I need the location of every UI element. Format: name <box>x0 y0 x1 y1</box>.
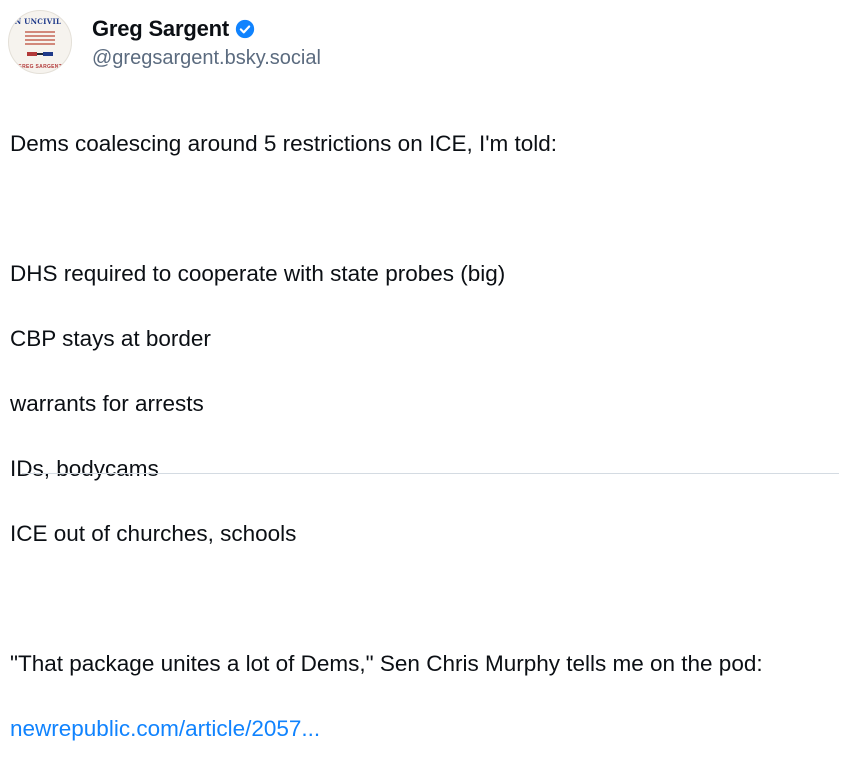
verified-badge-icon <box>235 19 255 39</box>
author-handle[interactable]: @gregsargent.bsky.social <box>92 47 321 70</box>
post-card: AN UNCIVIL WAR GREG SARGENT Greg Sargent… <box>0 0 861 741</box>
post-intro: Dems coalescing around 5 restrictions on… <box>10 130 558 156</box>
article-link[interactable]: newrepublic.com/article/2057... <box>10 716 320 741</box>
post-quote: "That package unites a lot of Dems," Sen… <box>10 650 763 676</box>
post-body: Dems coalescing around 5 restrictions on… <box>10 95 850 778</box>
display-name[interactable]: Greg Sargent <box>92 16 229 42</box>
avatar-cover-author: GREG SARGENT <box>17 64 63 70</box>
author-names: Greg Sargent @gregsargent.bsky.social <box>92 14 321 70</box>
avatar-cover-title: AN UNCIVIL WAR <box>9 17 72 26</box>
avatar-cover-art-icon <box>27 52 53 56</box>
list-item-warrants: warrants for arrests <box>10 390 204 416</box>
avatar[interactable]: AN UNCIVIL WAR GREG SARGENT <box>8 10 72 74</box>
list-item-dhs: DHS required to cooperate with state pro… <box>10 260 506 286</box>
post-header: AN UNCIVIL WAR GREG SARGENT Greg Sargent… <box>8 10 321 74</box>
display-name-row: Greg Sargent <box>92 14 321 44</box>
list-item-churches: ICE out of churches, schools <box>10 520 297 546</box>
list-item-cbp: CBP stays at border <box>10 325 211 351</box>
list-item-ids: IDs, bodycams <box>10 455 159 481</box>
avatar-cover-text-lines <box>25 31 55 47</box>
